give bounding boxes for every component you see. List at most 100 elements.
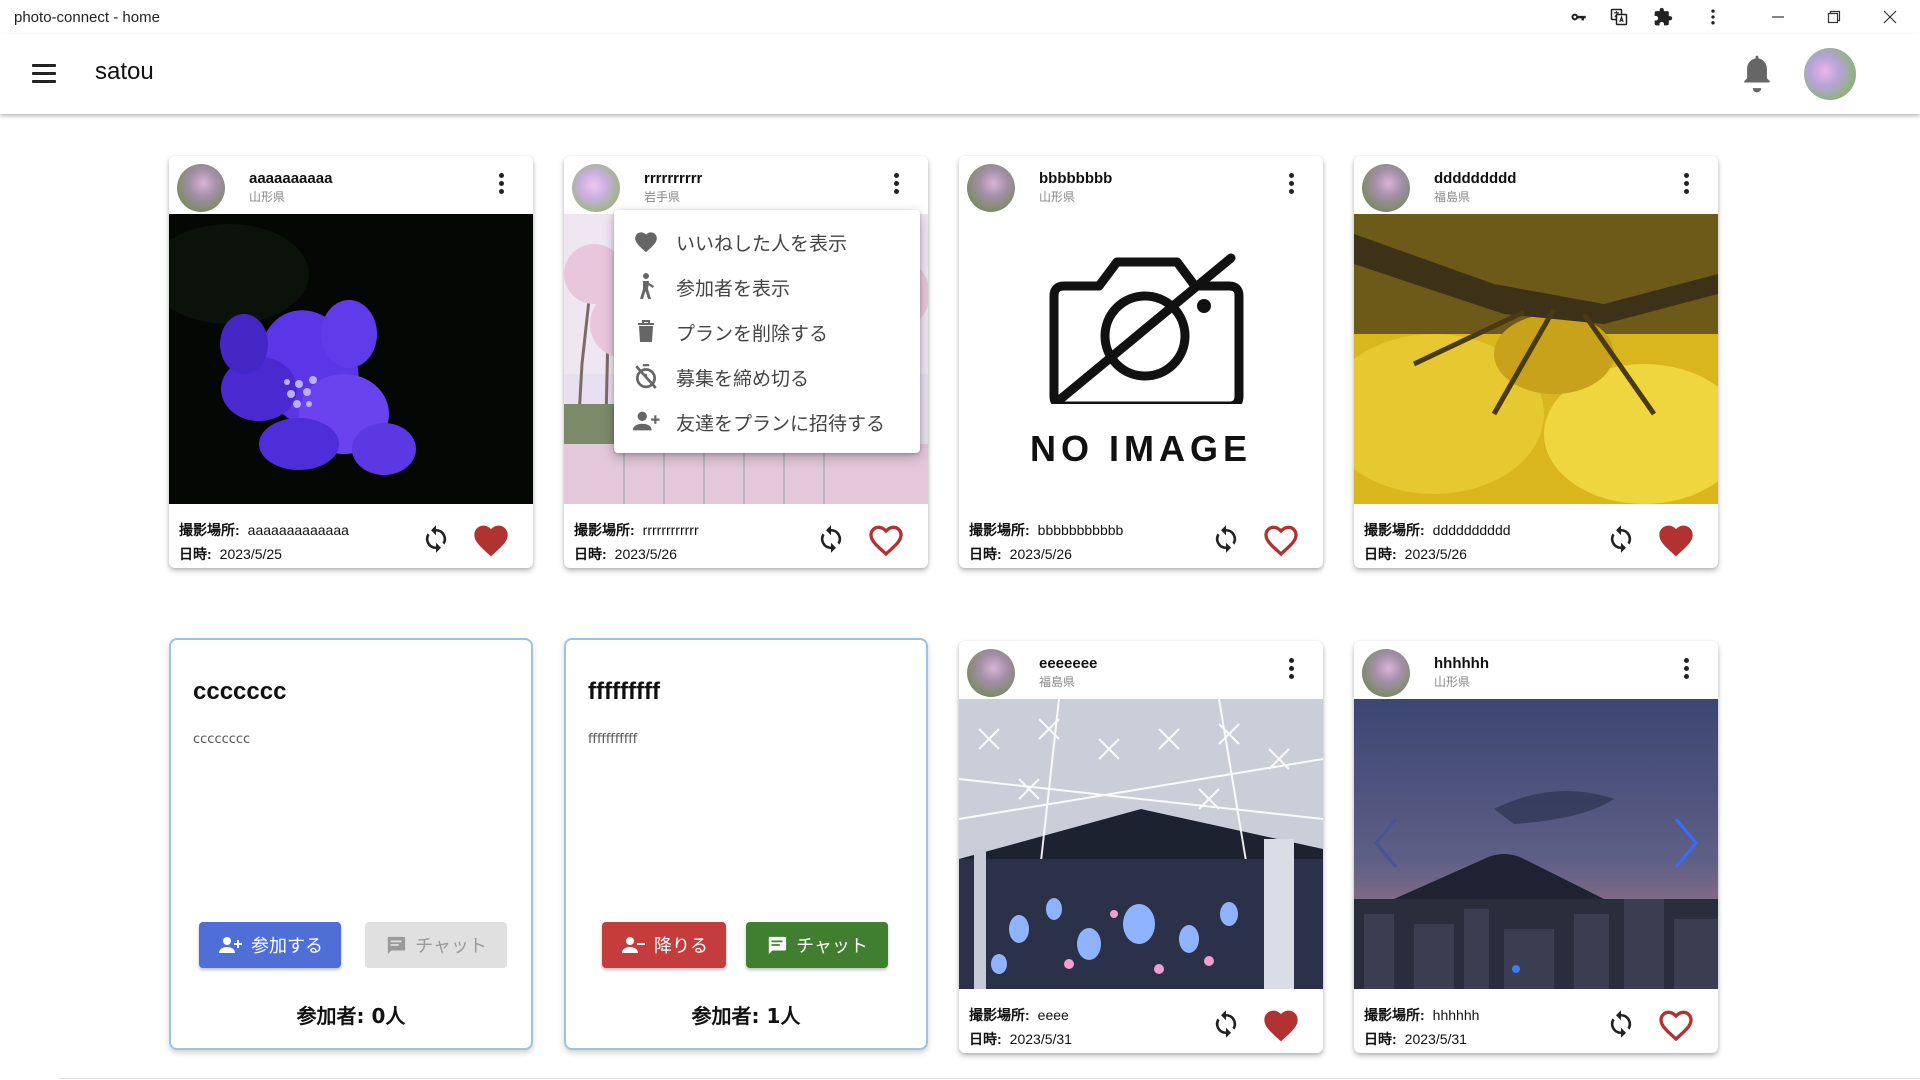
- illumination-photo[interactable]: [959, 698, 1323, 989]
- prefecture: 山形県: [1434, 675, 1471, 689]
- menu-item-invite-friend[interactable]: 友達をプランに招待する: [614, 398, 920, 443]
- menu-item-close-recruitment[interactable]: 募集を締め切る: [614, 353, 920, 398]
- location-value: dddddddddd: [1432, 522, 1511, 538]
- date-value: 2023/5/26: [614, 546, 677, 562]
- no-image-placeholder[interactable]: NO IMAGE: [959, 214, 1323, 504]
- location-label: 撮影場所:: [969, 522, 1030, 538]
- avatar[interactable]: [967, 649, 1015, 697]
- translate-icon[interactable]: [1608, 6, 1630, 28]
- heart-icon[interactable]: [1261, 1005, 1301, 1043]
- chat-button[interactable]: チャット: [746, 922, 888, 968]
- person-remove-icon: [622, 937, 645, 953]
- more-vert-icon[interactable]: [1702, 6, 1724, 28]
- post-card: bbbbbbbb 山形県 NO IMAGE 撮影場所: bbbbbbbbbbb 日…: [959, 156, 1323, 568]
- close-icon[interactable]: [1868, 2, 1912, 32]
- heart-icon[interactable]: [471, 520, 511, 558]
- date-label: 日時:: [969, 1031, 1002, 1047]
- post-card: aaaaaaaaaa 山形県 撮影場所: aaaaaaaaaaaaa 日時: 202…: [169, 156, 533, 568]
- avatar[interactable]: [967, 164, 1015, 212]
- window-titlebar: photo-connect - home: [0, 0, 1920, 34]
- location-label: 撮影場所:: [179, 522, 240, 538]
- minimize-icon[interactable]: [1756, 2, 1800, 32]
- sync-icon[interactable]: [1606, 1009, 1636, 1039]
- location-label: 撮影場所:: [1364, 1007, 1425, 1023]
- heart-outline-icon[interactable]: [1656, 1005, 1696, 1043]
- menu-item-delete-plan[interactable]: プランを削除する: [614, 308, 920, 353]
- more-vert-icon[interactable]: [1682, 656, 1690, 682]
- participant-count: 参加者: 0人: [171, 1000, 531, 1029]
- user-name[interactable]: hhhhhh: [1434, 655, 1489, 672]
- prefecture: 山形県: [249, 190, 286, 204]
- prefecture: 福島県: [1434, 190, 1471, 204]
- card-header: bbbbbbbb 山形県: [959, 156, 1323, 214]
- plan-description: cccccccc: [193, 732, 251, 747]
- more-vert-icon[interactable]: [497, 171, 505, 197]
- menu-icon[interactable]: [30, 62, 58, 86]
- more-vert-icon[interactable]: [892, 171, 900, 197]
- date-label: 日時:: [179, 546, 212, 562]
- avatar[interactable]: [1362, 164, 1410, 212]
- chevron-left-icon[interactable]: [1372, 817, 1400, 873]
- sync-icon[interactable]: [1606, 524, 1636, 554]
- prefecture: 岩手県: [644, 190, 681, 204]
- participants-label: 参加者:: [691, 1004, 760, 1028]
- join-button-label: 参加する: [251, 936, 323, 957]
- location-row: 撮影場所: dddddddddd: [1364, 520, 1511, 540]
- menu-item-show-likers[interactable]: いいねした人を表示: [614, 218, 920, 263]
- leave-button[interactable]: 降りる: [602, 922, 726, 968]
- post-card: eeeeeee 福島県 撮影場所: eeee 日時: 2023/5/31: [959, 641, 1323, 1053]
- more-vert-icon[interactable]: [1287, 656, 1295, 682]
- location-row: 撮影場所: bbbbbbbbbbb: [969, 520, 1123, 540]
- heart-outline-icon[interactable]: [1261, 520, 1301, 558]
- location-label: 撮影場所:: [969, 1007, 1030, 1023]
- volcano-dusk-photo[interactable]: [1354, 699, 1718, 989]
- user-name[interactable]: ddddddddd: [1434, 170, 1516, 187]
- leave-button-label: 降りる: [654, 936, 708, 957]
- more-vert-icon[interactable]: [1682, 171, 1690, 197]
- plan-title: fffffffff: [588, 678, 660, 705]
- post-card: ddddddddd 福島県 撮影場所: dddddddddd 日時: 2023/5/…: [1354, 156, 1718, 568]
- avatar[interactable]: [1804, 48, 1856, 100]
- sync-icon[interactable]: [421, 524, 451, 554]
- menu-item-show-participants[interactable]: 参加者を表示: [614, 263, 920, 308]
- location-label: 撮影場所:: [1364, 522, 1425, 538]
- participants-value: 0人: [371, 1004, 406, 1028]
- card-header: hhhhhh 山形県: [1354, 641, 1718, 699]
- key-icon[interactable]: [1568, 6, 1590, 28]
- more-vert-icon[interactable]: [1287, 171, 1295, 197]
- menu-item-label: 募集を締め切る: [676, 368, 810, 390]
- user-name[interactable]: eeeeeee: [1039, 655, 1097, 672]
- app-bar: satou: [0, 34, 1920, 114]
- person-add-icon: [219, 937, 242, 953]
- chat-button[interactable]: チャット: [365, 922, 507, 968]
- bell-icon[interactable]: [1740, 54, 1774, 94]
- avatar[interactable]: [1362, 649, 1410, 697]
- participants-value: 1人: [766, 1004, 801, 1028]
- location-row: 撮影場所: rrrrrrrrrrrr: [574, 520, 699, 540]
- sync-icon[interactable]: [1211, 524, 1241, 554]
- sync-icon[interactable]: [816, 524, 846, 554]
- join-button[interactable]: 参加する: [199, 922, 341, 968]
- user-name[interactable]: rrrrrrrrrr: [644, 170, 702, 187]
- sync-icon[interactable]: [1211, 1009, 1241, 1039]
- location-value: bbbbbbbbbbb: [1037, 522, 1124, 538]
- plan-title: ccccccc: [193, 678, 287, 705]
- divider: [60, 1078, 1920, 1079]
- avatar[interactable]: [177, 164, 225, 212]
- post-card: hhhhhh 山形県 撮影場所: hhhhhh 日時: 2023/5/31: [1354, 641, 1718, 1053]
- ginkgo-tree-photo[interactable]: [1354, 214, 1718, 504]
- restore-icon[interactable]: [1812, 2, 1856, 32]
- avatar[interactable]: [572, 164, 620, 212]
- camera-off-icon: [1049, 253, 1244, 404]
- heart-icon[interactable]: [1656, 520, 1696, 558]
- chevron-right-icon[interactable]: [1672, 817, 1700, 873]
- card-header: eeeeeee 福島県: [959, 641, 1323, 699]
- plan-card: ccccccc cccccccc 参加する チャット 参加者: 0人: [169, 638, 533, 1050]
- hydrangea-photo[interactable]: [169, 214, 533, 504]
- user-name[interactable]: aaaaaaaaaa: [249, 170, 332, 187]
- heart-outline-icon[interactable]: [866, 520, 906, 558]
- prefecture: 福島県: [1039, 675, 1076, 689]
- user-name[interactable]: bbbbbbbb: [1039, 170, 1112, 187]
- person-icon: [632, 273, 660, 299]
- extension-icon[interactable]: [1652, 6, 1674, 28]
